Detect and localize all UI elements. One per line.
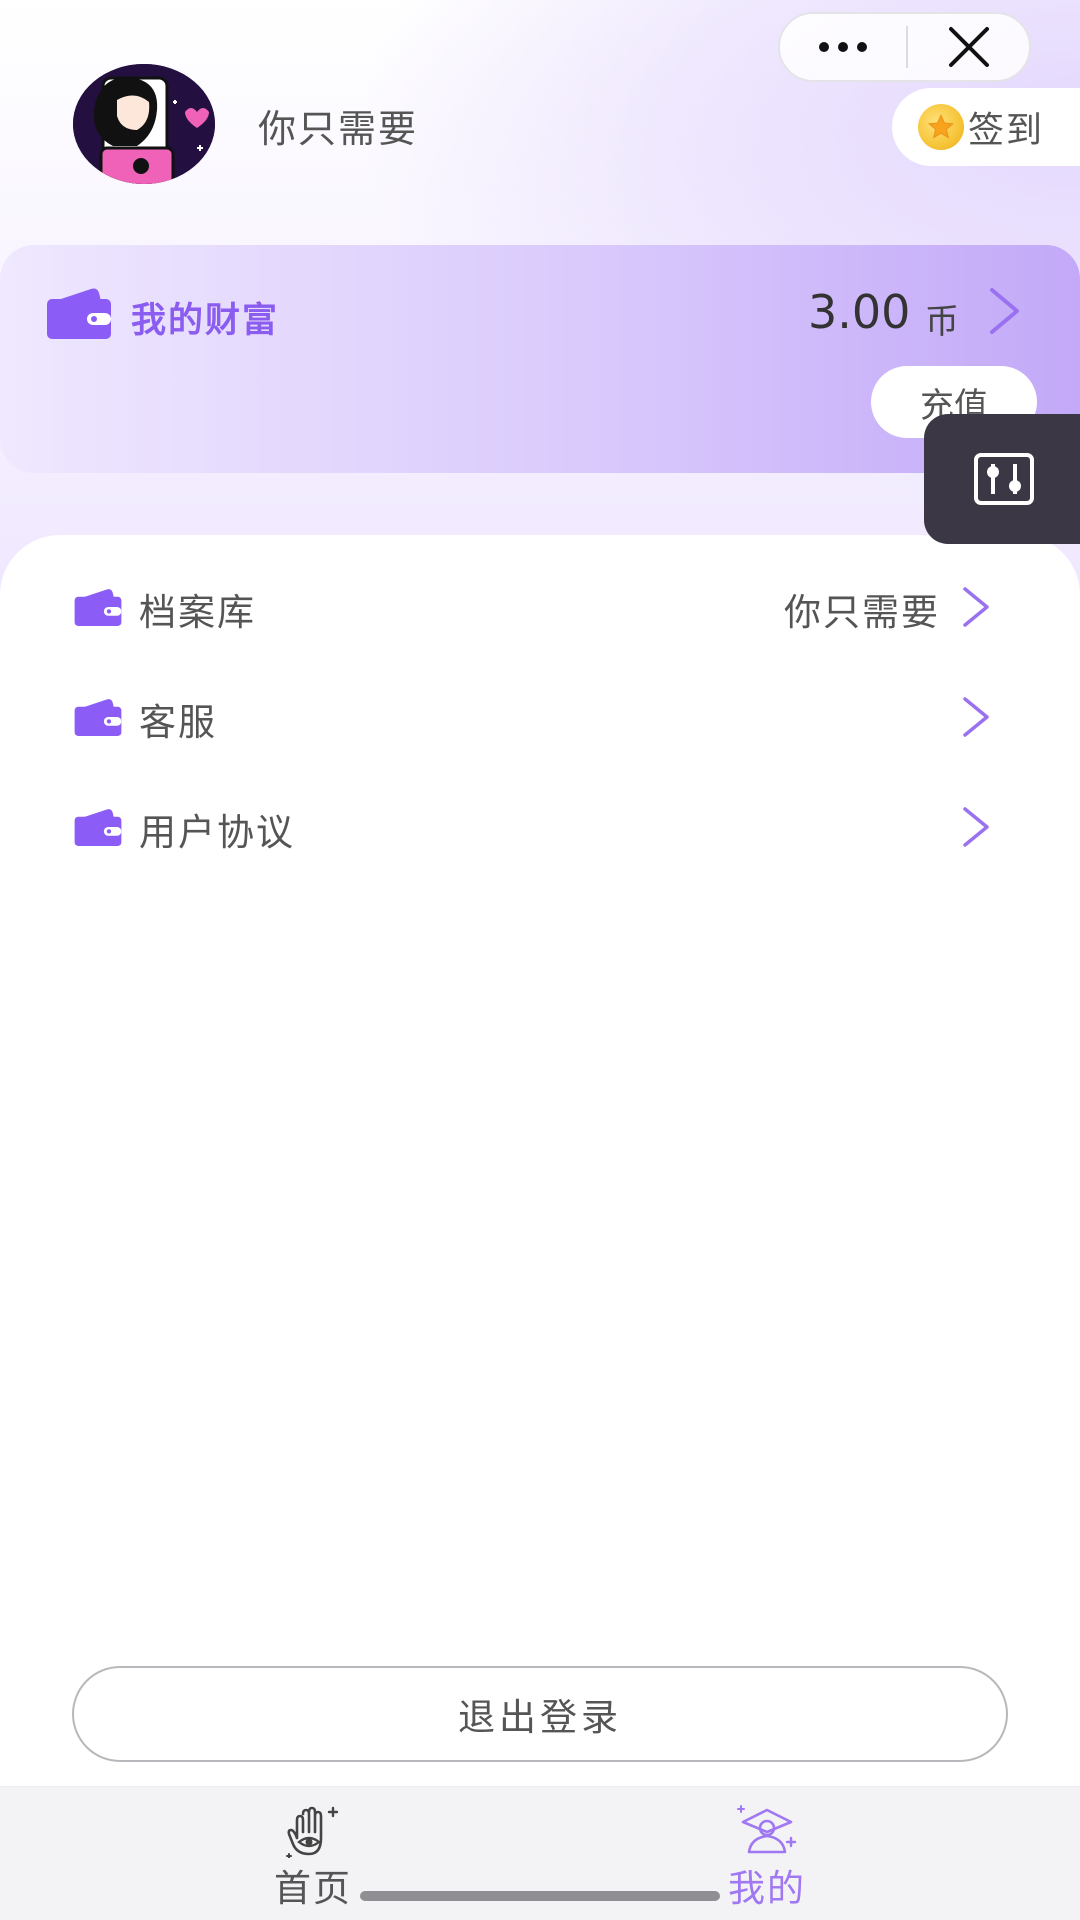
avatar-illustration — [73, 64, 215, 184]
sliders-icon — [974, 453, 1034, 505]
wealth-title: 我的财富 — [131, 301, 280, 341]
signin-button[interactable]: 签到 — [892, 88, 1080, 166]
palm-eye-icon — [283, 1804, 343, 1862]
signin-label: 签到 — [968, 110, 1045, 151]
tab-label: 我的 — [728, 1867, 806, 1910]
fortune-teller-icon — [735, 1804, 799, 1860]
wealth-amount: 3.00 — [808, 285, 911, 339]
wallet-icon — [47, 287, 111, 343]
more-dots-icon — [819, 42, 867, 52]
menu-item-label: 档案库 — [139, 591, 256, 634]
avatar[interactable] — [73, 64, 215, 184]
menu-item-label: 用户协议 — [139, 811, 295, 854]
home-indicator — [360, 1891, 720, 1901]
wallet-icon — [74, 588, 122, 630]
chevron-right-icon[interactable] — [988, 286, 1022, 340]
username: 你只需要 — [258, 107, 419, 151]
wealth-unit: 币 — [925, 302, 959, 342]
more-button[interactable] — [780, 14, 906, 80]
wallet-icon — [74, 698, 122, 740]
close-icon — [948, 27, 989, 67]
miniprogram-capsule — [778, 12, 1031, 82]
floating-settings-button[interactable] — [924, 414, 1080, 544]
menu-item-customer-service[interactable]: 客服 — [0, 674, 1080, 764]
menu-card: 档案库 你只需要 客服 用户协议 — [0, 535, 1080, 1785]
logout-button[interactable]: 退出登录 — [72, 1666, 1008, 1762]
close-button[interactable] — [908, 14, 1029, 80]
chevron-right-icon — [961, 695, 991, 743]
coin-star-icon — [918, 104, 964, 150]
menu-item-archive[interactable]: 档案库 你只需要 — [0, 564, 1080, 654]
chevron-right-icon — [961, 585, 991, 633]
wallet-icon — [74, 808, 122, 850]
chevron-right-icon — [961, 805, 991, 853]
menu-item-label: 客服 — [139, 701, 217, 744]
menu-item-user-agreement[interactable]: 用户协议 — [0, 784, 1080, 874]
tab-label: 首页 — [274, 1867, 352, 1910]
menu-item-value: 你只需要 — [784, 591, 940, 634]
wealth-card[interactable] — [0, 245, 1080, 473]
